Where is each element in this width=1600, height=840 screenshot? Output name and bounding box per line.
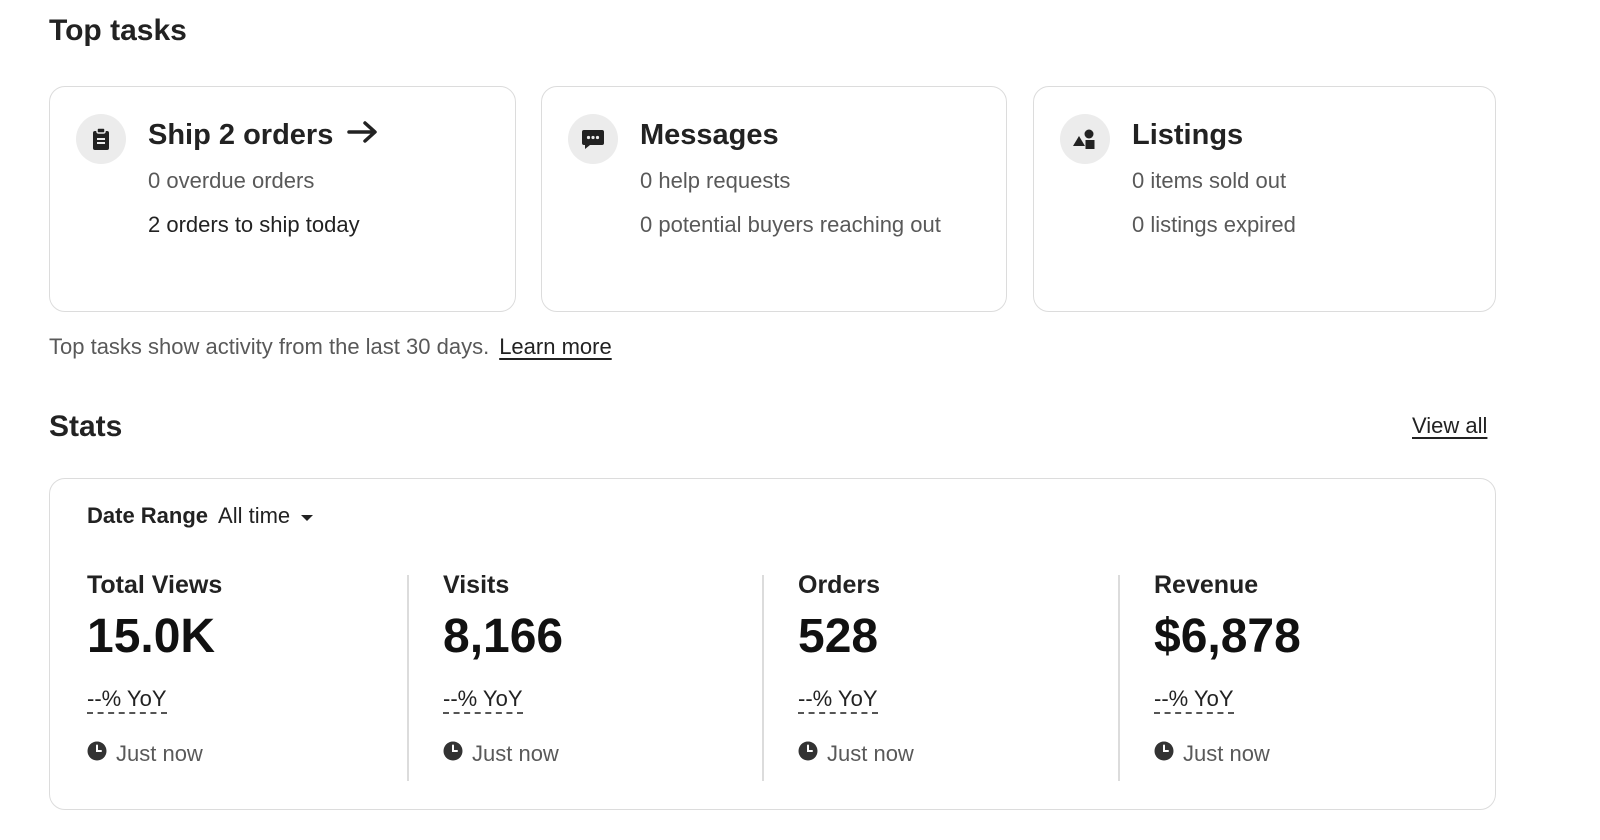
- stat-value: 528: [798, 610, 879, 663]
- help-requests-text: 0 help requests: [640, 168, 791, 193]
- card-title-text: Ship 2 orders: [148, 119, 334, 151]
- learn-more-link[interactable]: Learn more: [499, 334, 612, 359]
- stat-updated: Just now: [1154, 741, 1270, 767]
- stat-updated-text: Just now: [827, 741, 914, 766]
- date-range-label: Date Range: [87, 503, 209, 528]
- stat-yoy[interactable]: --% YoY: [87, 687, 167, 714]
- stat-updated: Just now: [87, 741, 203, 767]
- clipboard-icon: [76, 114, 126, 164]
- stat-label: Revenue: [1154, 571, 1259, 599]
- ship-orders-title[interactable]: Ship 2 orders: [148, 119, 379, 152]
- view-all-link[interactable]: View all: [1412, 413, 1487, 439]
- stat-updated-text: Just now: [1183, 741, 1270, 766]
- date-range-value: All time: [218, 503, 291, 528]
- clock-icon: [87, 741, 107, 767]
- caret-down-icon: [300, 503, 314, 529]
- orders-to-ship-today-text: 2 orders to ship today: [148, 212, 360, 237]
- task-card-listings[interactable]: Listings 0 items sold out 0 listings exp…: [1033, 86, 1496, 312]
- stats-card: Date Range All time Total Views 15.0K --…: [49, 478, 1496, 810]
- shapes-icon: [1060, 114, 1110, 164]
- stat-value: 8,166: [443, 610, 564, 663]
- stat-updated: Just now: [798, 741, 914, 767]
- potential-buyers-text: 0 potential buyers reaching out: [640, 212, 941, 237]
- arrow-right-icon: [347, 119, 379, 152]
- stat-label: Orders: [798, 571, 880, 599]
- stat-label: Total Views: [87, 571, 223, 599]
- stat-divider: [762, 575, 764, 781]
- top-tasks-title: Top tasks: [49, 14, 187, 47]
- clock-icon: [1154, 741, 1174, 767]
- stat-yoy[interactable]: --% YoY: [443, 687, 523, 714]
- stat-updated-text: Just now: [116, 741, 203, 766]
- stat-label: Visits: [443, 571, 510, 599]
- stat-yoy[interactable]: --% YoY: [798, 687, 878, 714]
- items-sold-out-text: 0 items sold out: [1132, 168, 1287, 193]
- stat-yoy[interactable]: --% YoY: [1154, 687, 1234, 714]
- chat-bubble-icon: [568, 114, 618, 164]
- date-range-dropdown[interactable]: Date Range All time: [87, 503, 314, 529]
- stat-updated: Just now: [443, 741, 559, 767]
- messages-title: Messages: [640, 119, 779, 151]
- listings-title: Listings: [1132, 119, 1244, 151]
- clock-icon: [798, 741, 818, 767]
- stat-divider: [1118, 575, 1120, 781]
- listings-expired-text: 0 listings expired: [1132, 212, 1296, 237]
- task-card-ship-orders[interactable]: Ship 2 orders 0 overdue orders 2 orders …: [49, 86, 516, 312]
- stat-divider: [407, 575, 409, 781]
- top-tasks-note-text: Top tasks show activity from the last 30…: [49, 334, 490, 359]
- stat-value: $6,878: [1154, 610, 1301, 663]
- clock-icon: [443, 741, 463, 767]
- overdue-orders-text: 0 overdue orders: [148, 168, 315, 193]
- stats-title: Stats: [49, 410, 123, 443]
- task-card-messages[interactable]: Messages 0 help requests 0 potential buy…: [541, 86, 1007, 312]
- stat-updated-text: Just now: [472, 741, 559, 766]
- top-tasks-note: Top tasks show activity from the last 30…: [49, 334, 612, 360]
- stat-value: 15.0K: [87, 610, 216, 663]
